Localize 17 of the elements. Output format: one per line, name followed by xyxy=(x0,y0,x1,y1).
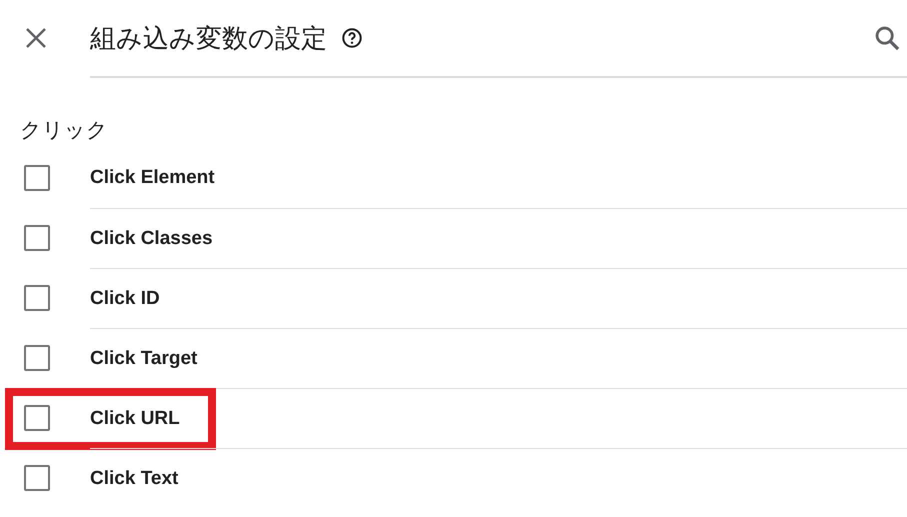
checkbox[interactable] xyxy=(24,225,50,251)
variable-label[interactable]: Click Target xyxy=(90,348,198,370)
help-icon[interactable] xyxy=(341,27,363,49)
variable-label[interactable]: Click Element xyxy=(90,167,215,189)
checkbox[interactable] xyxy=(24,285,50,311)
checkbox[interactable] xyxy=(24,465,50,491)
section-heading: クリック xyxy=(20,117,109,144)
checkbox[interactable] xyxy=(24,345,50,371)
variable-label[interactable]: Click Classes xyxy=(90,228,213,250)
variable-label[interactable]: Click Text xyxy=(90,468,178,490)
dialog-title: 組み込み変数の設定 xyxy=(90,22,327,56)
search-icon[interactable] xyxy=(873,24,901,52)
checkbox[interactable] xyxy=(24,165,50,191)
checkbox[interactable] xyxy=(24,405,50,431)
close-icon[interactable] xyxy=(24,26,48,50)
variable-label[interactable]: Click ID xyxy=(90,288,160,310)
variable-label[interactable]: Click URL xyxy=(90,408,180,430)
